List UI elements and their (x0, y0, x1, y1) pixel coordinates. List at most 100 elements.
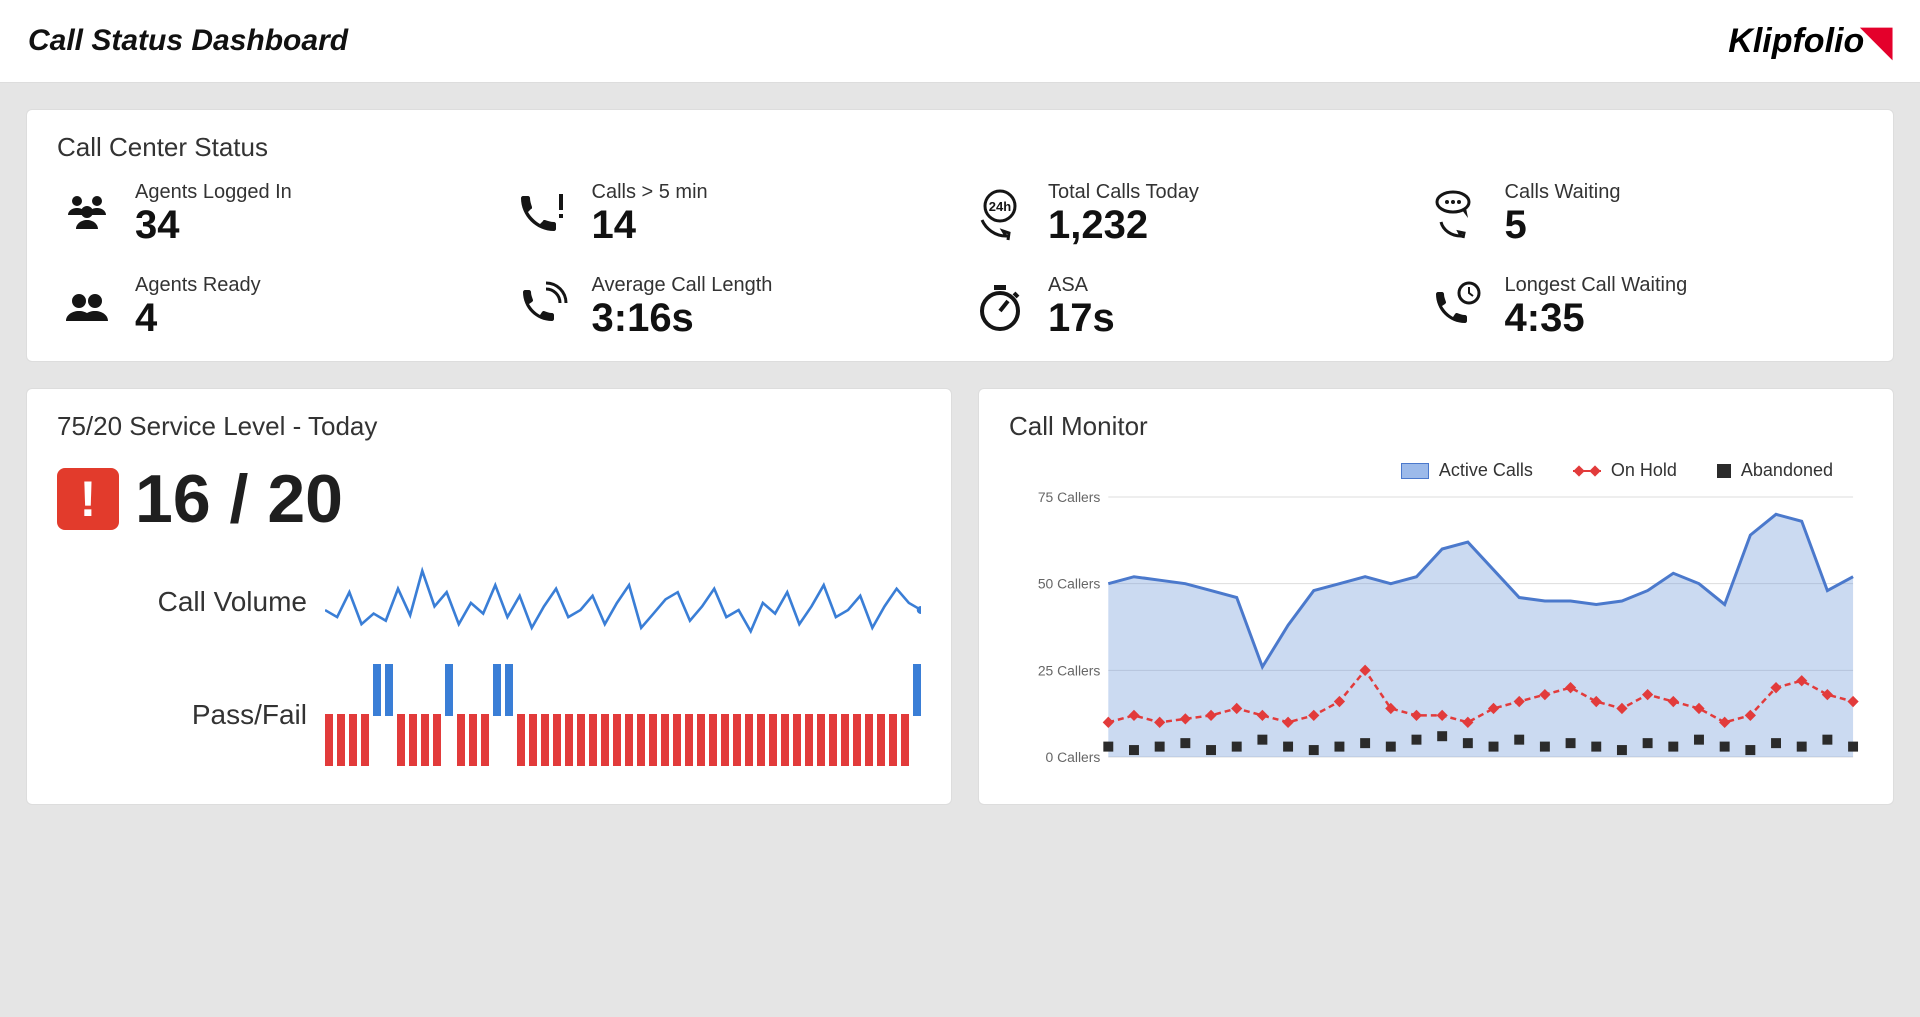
stat-value: 5 (1505, 204, 1621, 246)
fail-bar (553, 714, 561, 766)
brand-tick-icon: ◥ (1861, 18, 1892, 64)
legend-swatch-abandoned-icon (1717, 464, 1731, 478)
chat-phone-icon (1427, 184, 1487, 244)
pass-bar (913, 664, 921, 716)
stat-item: Total Calls Today 1,232 (970, 181, 1407, 246)
stat-label: Average Call Length (592, 274, 773, 297)
fail-bar (577, 714, 585, 766)
fail-bar (817, 714, 825, 766)
fail-bar (481, 714, 489, 766)
fail-bar (685, 714, 693, 766)
legend-swatch-hold-icon (1573, 470, 1601, 472)
fail-bar (649, 714, 657, 766)
fail-bar (769, 714, 777, 766)
legend-hold-label: On Hold (1611, 460, 1677, 481)
stat-item: Agents Ready 4 (57, 274, 494, 339)
fail-bar (901, 714, 909, 766)
service-level-value: 16 / 20 (135, 460, 343, 538)
fail-bar (733, 714, 741, 766)
dashboard-row: 75/20 Service Level - Today ! 16 / 20 Ca… (26, 388, 1894, 805)
svg-text:50 Callers: 50 Callers (1038, 576, 1101, 592)
pass-fail-row: Pass/Fail (127, 660, 921, 770)
fail-bar (361, 714, 369, 766)
fail-bar (673, 714, 681, 766)
pass-bar (505, 664, 513, 716)
svg-text:25 Callers: 25 Callers (1038, 662, 1101, 678)
stat-item: Average Call Length 3:16s (514, 274, 951, 339)
fail-bar (781, 714, 789, 766)
stat-item: Longest Call Waiting 4:35 (1427, 274, 1864, 339)
alert-icon: ! (57, 468, 119, 530)
fail-bar (877, 714, 885, 766)
service-level-big: ! 16 / 20 (57, 460, 921, 538)
pass-bar (445, 664, 453, 716)
brand-name: Klipfolio (1728, 22, 1864, 61)
fail-bar (457, 714, 465, 766)
call-volume-sparkline (325, 562, 921, 642)
fail-bar (697, 714, 705, 766)
stat-label: Total Calls Today (1048, 181, 1199, 204)
legend-swatch-active-icon (1401, 463, 1429, 479)
brand-logo: Klipfolio◥ (1728, 18, 1892, 64)
stat-text: Average Call Length 3:16s (592, 274, 773, 339)
stat-value: 1,232 (1048, 204, 1199, 246)
fail-bar (745, 714, 753, 766)
fail-bar (601, 714, 609, 766)
card-title-status: Call Center Status (57, 132, 1863, 163)
fail-bar (841, 714, 849, 766)
stat-label: ASA (1048, 274, 1115, 297)
stat-label: Calls Waiting (1505, 181, 1621, 204)
stat-item: Calls > 5 min 14 (514, 181, 951, 246)
fail-bar (469, 714, 477, 766)
call-volume-label: Call Volume (127, 586, 307, 618)
fail-bar (625, 714, 633, 766)
stat-value: 14 (592, 204, 708, 246)
fail-bar (637, 714, 645, 766)
svg-text:75 Callers: 75 Callers (1038, 489, 1101, 505)
fail-bar (337, 714, 345, 766)
phone-ring-icon (514, 277, 574, 337)
fail-bar (349, 714, 357, 766)
pass-bar (493, 664, 501, 716)
fail-bar (517, 714, 525, 766)
fail-bar (421, 714, 429, 766)
stat-text: Agents Ready 4 (135, 274, 261, 339)
legend-on-hold: On Hold (1573, 460, 1677, 481)
agents-icon (57, 184, 117, 244)
stopwatch-icon (970, 277, 1030, 337)
stat-value: 34 (135, 204, 292, 246)
svg-text:0 Callers: 0 Callers (1046, 749, 1101, 765)
stat-text: Total Calls Today 1,232 (1048, 181, 1199, 246)
call-monitor-chart: 0 Callers 25 Callers 50 Callers 75 Callers (1009, 487, 1863, 777)
stat-text: ASA 17s (1048, 274, 1115, 339)
fail-bar (709, 714, 717, 766)
pass-bar (385, 664, 393, 716)
fail-bar (889, 714, 897, 766)
stat-item: Agents Logged In 34 (57, 181, 494, 246)
stat-value: 17s (1048, 297, 1115, 339)
phone-clock-icon (1427, 277, 1487, 337)
fail-bar (613, 714, 621, 766)
call-monitor-card: Call Monitor Active Calls On Hold Abando… (978, 388, 1894, 805)
fail-bar (589, 714, 597, 766)
legend-active-label: Active Calls (1439, 460, 1533, 481)
fail-bar (529, 714, 537, 766)
card-title-service-level: 75/20 Service Level - Today (57, 411, 921, 442)
page-header: Call Status Dashboard Klipfolio◥ (0, 0, 1920, 83)
fail-bar (805, 714, 813, 766)
page-title: Call Status Dashboard (28, 24, 348, 58)
phone-24h-icon (970, 184, 1030, 244)
fail-bar (325, 714, 333, 766)
fail-bar (397, 714, 405, 766)
fail-bar (409, 714, 417, 766)
service-level-card: 75/20 Service Level - Today ! 16 / 20 Ca… (26, 388, 952, 805)
fail-bar (721, 714, 729, 766)
fail-bar (829, 714, 837, 766)
stat-label: Longest Call Waiting (1505, 274, 1688, 297)
pass-bar (373, 664, 381, 716)
stat-text: Calls > 5 min 14 (592, 181, 708, 246)
stat-text: Agents Logged In 34 (135, 181, 292, 246)
fail-bar (541, 714, 549, 766)
phone-alert-icon (514, 184, 574, 244)
fail-bar (661, 714, 669, 766)
